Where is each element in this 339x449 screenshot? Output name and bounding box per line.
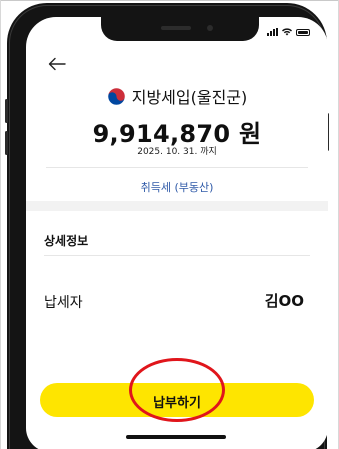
tax-type-label: 취득세 (부동산) — [140, 181, 214, 194]
section-separator — [26, 201, 328, 211]
header-divider — [46, 167, 308, 168]
home-indicator[interactable] — [126, 435, 226, 439]
korea-government-emblem-icon — [107, 87, 126, 105]
cellular-signal-icon — [267, 28, 278, 36]
speaker-grille — [161, 26, 191, 30]
top-border — [0, 0, 339, 1]
payer-name: 김OO — [264, 292, 304, 310]
organization-name: 지방세입(울진군) — [131, 88, 248, 107]
detail-divider — [44, 255, 310, 256]
pay-button-label: 납부하기 — [153, 395, 201, 410]
front-camera — [207, 25, 213, 31]
battery-icon — [296, 29, 310, 36]
volume-down-button — [5, 131, 8, 155]
phone-screen: 지방세입(울진군) 9,914,870 원 2025. 10. 31. 까지 취… — [26, 17, 328, 449]
notch — [101, 17, 259, 41]
volume-up-button — [5, 99, 8, 123]
back-arrow-icon[interactable] — [48, 57, 66, 71]
detail-section-title: 상세정보 — [44, 234, 89, 248]
due-date: 2025. 10. 31. 까지 — [137, 147, 217, 157]
wifi-icon — [282, 28, 292, 36]
organization-row: 지방세입(울진군) — [26, 85, 328, 107]
status-bar — [267, 26, 310, 36]
left-border — [0, 0, 1, 449]
payer-label: 납세자 — [44, 295, 83, 311]
phone-frame: 지방세입(울진군) 9,914,870 원 2025. 10. 31. 까지 취… — [5, 3, 329, 449]
screenshot-stage: 지방세입(울진군) 9,914,870 원 2025. 10. 31. 까지 취… — [0, 0, 339, 449]
pay-button[interactable]: 납부하기 — [40, 383, 314, 417]
